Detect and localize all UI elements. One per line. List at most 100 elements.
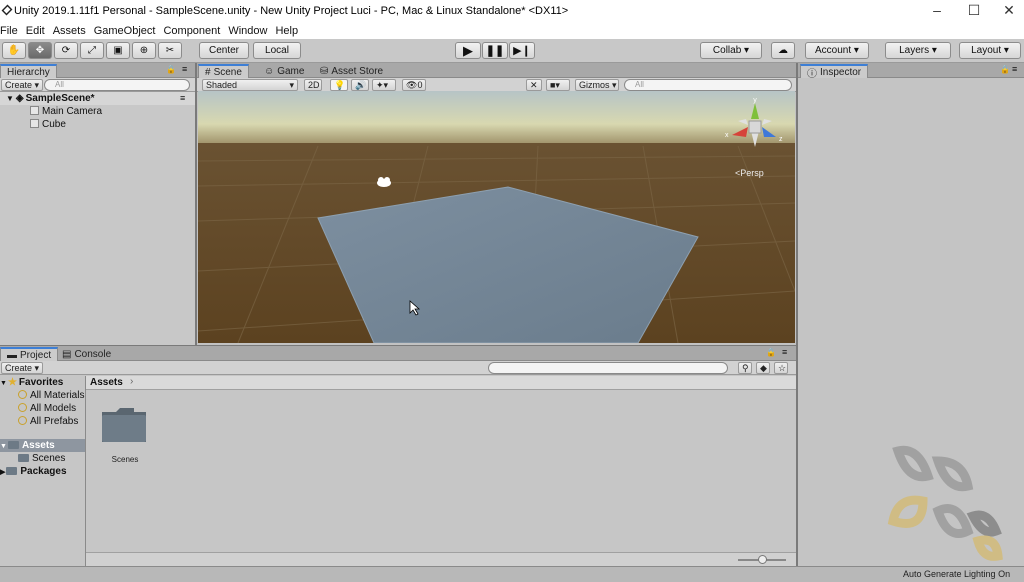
expand-arrow-icon[interactable]: ▼ bbox=[0, 443, 7, 450]
expand-arrow-icon[interactable]: ▼ bbox=[6, 94, 14, 103]
menu-window[interactable]: Window bbox=[228, 25, 267, 37]
favorites-label: Favorites bbox=[18, 377, 64, 388]
camera-settings-icon[interactable]: ■▾ bbox=[546, 79, 570, 91]
menu-file[interactable]: File bbox=[0, 25, 18, 37]
item-label: Scenes bbox=[32, 453, 66, 464]
hierarchy-search-input[interactable]: All bbox=[44, 79, 190, 91]
tab-label: Inspector bbox=[820, 66, 862, 78]
lighting-toggle-icon[interactable]: 💡 bbox=[330, 79, 348, 91]
scene-viewport[interactable]: y x z <Persp bbox=[198, 91, 795, 343]
transform-tool-icon[interactable]: ⊕ bbox=[132, 42, 156, 59]
audio-toggle-icon[interactable]: 🔊 bbox=[351, 79, 369, 91]
tab-hierarchy[interactable]: Hierarchy bbox=[0, 64, 57, 78]
pause-button[interactable]: ❚❚ bbox=[482, 42, 508, 59]
folder-icon bbox=[7, 441, 19, 449]
inspector-panel: ⓘ Inspector 🔒 ≡ bbox=[798, 63, 1024, 566]
scale-tool-icon[interactable]: ⤢ bbox=[80, 42, 104, 59]
project-tab-icon: ▬ bbox=[7, 349, 17, 361]
tab-console[interactable]: ▤ Console bbox=[56, 347, 117, 361]
orientation-gizmo[interactable]: y x z bbox=[720, 97, 790, 157]
breadcrumb-assets[interactable]: Assets bbox=[90, 377, 123, 388]
tab-label: Scene bbox=[213, 66, 242, 78]
tree-divider[interactable] bbox=[85, 376, 86, 566]
search-folder-icon bbox=[18, 403, 27, 412]
play-button[interactable]: ▶ bbox=[455, 42, 481, 59]
assets-row[interactable]: ▼ Assets bbox=[0, 439, 85, 452]
lighting-status: Auto Generate Lighting On bbox=[903, 569, 1011, 579]
menu-edit[interactable]: Edit bbox=[26, 25, 45, 37]
layers-button[interactable]: Layers ▾ bbox=[885, 42, 951, 59]
maximize-button[interactable]: ☐ bbox=[955, 0, 993, 22]
packages-row[interactable]: ▶ Packages bbox=[0, 465, 67, 478]
favorite-item[interactable]: All Prefabs bbox=[18, 415, 78, 428]
panel-menu-icon[interactable]: ≡ bbox=[782, 347, 787, 357]
menu-component[interactable]: Component bbox=[163, 25, 220, 37]
rect-tool-icon[interactable]: ▣ bbox=[106, 42, 130, 59]
favorite-item[interactable]: All Materials bbox=[18, 389, 84, 402]
gizmos-dropdown[interactable]: Gizmos ▾ bbox=[575, 79, 619, 91]
tab-asset-store[interactable]: ⛁ Asset Store bbox=[314, 64, 389, 78]
filter-type-icon[interactable]: ⚲ bbox=[738, 362, 752, 374]
lock-icon[interactable]: 🔒 bbox=[166, 65, 176, 74]
project-create-button[interactable]: Create ▾ bbox=[1, 362, 44, 374]
rotate-tool-icon[interactable]: ⟳ bbox=[54, 42, 78, 59]
panel-menu-icon[interactable]: ≡ bbox=[182, 64, 187, 74]
collapse-arrow-icon[interactable]: ▶ bbox=[0, 469, 5, 476]
projection-toggle[interactable]: <Persp bbox=[735, 168, 764, 178]
hand-tool-icon[interactable]: ✋ bbox=[2, 42, 26, 59]
search-placeholder: All bbox=[55, 80, 64, 89]
breadcrumb: Assets › bbox=[86, 376, 796, 390]
custom-tool-icon[interactable]: ✂ bbox=[158, 42, 182, 59]
favorites-row[interactable]: ▼★ Favorites bbox=[0, 376, 63, 389]
move-tool-icon[interactable]: ✥ bbox=[28, 42, 52, 59]
hierarchy-create-button[interactable]: Create ▾ bbox=[1, 79, 44, 91]
panel-menu-icon[interactable]: ≡ bbox=[1012, 64, 1017, 74]
project-footer bbox=[86, 552, 796, 566]
game-tab-icon: ☺ bbox=[264, 65, 275, 77]
gizmo-x-label: x bbox=[725, 132, 729, 139]
tab-game[interactable]: ☺ Game bbox=[258, 64, 310, 78]
hierarchy-item[interactable]: Main Camera bbox=[30, 105, 102, 118]
assets-child-row[interactable]: Scenes bbox=[18, 452, 65, 465]
collab-button[interactable]: Collab ▾ bbox=[700, 42, 762, 59]
scene-menu-icon[interactable]: ≡ bbox=[180, 92, 185, 105]
vertical-divider[interactable] bbox=[195, 63, 197, 345]
account-button[interactable]: Account ▾ bbox=[805, 42, 869, 59]
tools-settings-icon[interactable]: ✕ bbox=[526, 79, 542, 91]
close-button[interactable]: ✕ bbox=[990, 0, 1024, 22]
tab-inspector[interactable]: ⓘ Inspector bbox=[800, 64, 869, 80]
favorite-item[interactable]: All Models bbox=[18, 402, 76, 415]
filter-label-icon[interactable]: ◆ bbox=[756, 362, 770, 374]
hierarchy-item[interactable]: Cube bbox=[30, 118, 66, 131]
menu-assets[interactable]: Assets bbox=[53, 25, 86, 37]
zoom-slider-thumb[interactable] bbox=[758, 555, 767, 564]
item-label: All Models bbox=[30, 403, 77, 414]
asset-grid-item[interactable]: Scenes bbox=[100, 404, 150, 464]
pivot-center-button[interactable]: Center bbox=[199, 42, 249, 59]
scene-root-row[interactable]: ▼ ◈ SampleScene* ≡ bbox=[0, 92, 195, 105]
item-label: All Prefabs bbox=[30, 416, 79, 427]
layout-button[interactable]: Layout ▾ bbox=[959, 42, 1021, 59]
tab-project[interactable]: ▬ Project bbox=[0, 347, 59, 361]
lock-icon[interactable]: 🔒 bbox=[766, 348, 776, 357]
2d-toggle[interactable]: 2D bbox=[304, 79, 322, 91]
vertical-divider[interactable] bbox=[796, 63, 798, 566]
pivot-local-button[interactable]: Local bbox=[253, 42, 301, 59]
shading-dropdown[interactable]: Shaded ▾ bbox=[202, 79, 298, 91]
favorite-star-icon[interactable]: ☆ bbox=[774, 362, 788, 374]
effects-toggle-icon[interactable]: ✦▾ bbox=[372, 79, 396, 91]
project-search-input[interactable] bbox=[488, 362, 728, 374]
expand-arrow-icon[interactable]: ▼ bbox=[0, 380, 7, 387]
step-button[interactable]: ▶❙ bbox=[509, 42, 535, 59]
lock-icon[interactable]: 🔒 bbox=[1000, 65, 1010, 74]
hidden-objects-icon[interactable]: 👁 0 bbox=[402, 79, 426, 91]
hierarchy-tab-label: Hierarchy bbox=[7, 66, 50, 78]
tab-scene[interactable]: # Scene bbox=[198, 64, 249, 78]
minimize-button[interactable]: – bbox=[918, 0, 956, 22]
scene-search-input[interactable]: All bbox=[624, 79, 792, 91]
menu-help[interactable]: Help bbox=[275, 25, 298, 37]
menu-gameobject[interactable]: GameObject bbox=[94, 25, 156, 37]
cloud-icon[interactable]: ☁ bbox=[771, 42, 795, 59]
center-label: Center bbox=[208, 45, 239, 56]
horizontal-divider[interactable] bbox=[0, 345, 796, 346]
